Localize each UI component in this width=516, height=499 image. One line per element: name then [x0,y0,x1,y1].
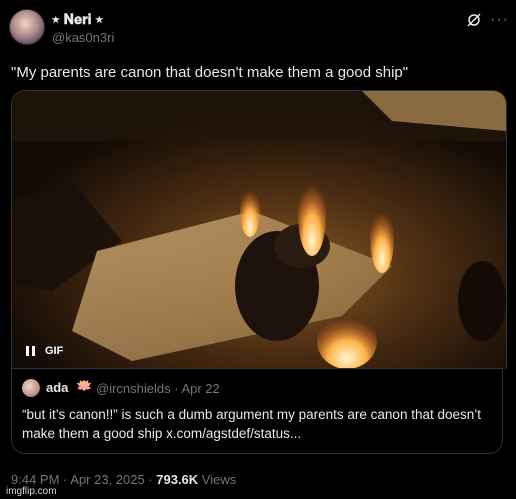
watermark: imgflip.com [6,486,57,497]
quote-display-name[interactable]: ada [46,380,68,395]
author-display-name[interactable]: ⭒ 𝐍𝐞𝐫𝐢 ⭒ [52,11,103,28]
pause-icon[interactable] [26,346,35,356]
author-handle[interactable]: @kas0n3ri [52,30,114,45]
views-count: 793.6K [156,472,199,487]
gif-badge: GIF [45,345,64,357]
quoted-tweet[interactable]: ada 🪷 @ircnshields · Apr 22 “but it’s ca… [11,368,503,454]
gif-frame [12,91,506,369]
views-label: Views [198,472,237,487]
lotus-emoji-icon: 🪷 [76,378,93,393]
quote-handle-date[interactable]: @ircnshields · Apr 22 [96,381,220,396]
author-avatar[interactable] [9,9,45,45]
gif-media[interactable]: GIF [11,90,507,369]
gif-controls[interactable]: GIF [26,345,63,357]
more-icon[interactable]: ··· [490,11,509,29]
quote-text: “but it’s canon!!” is such a dumb argume… [22,407,481,441]
quote-avatar[interactable] [22,379,40,397]
tweet-text: "My parents are canon that doesn't make … [11,64,409,81]
post-meta: 9:44 PM · Apr 23, 2025 · 793.6K Views [11,472,236,487]
timestamp[interactable]: 9:44 PM · Apr 23, 2025 · [11,472,156,487]
grok-icon[interactable] [466,12,482,28]
